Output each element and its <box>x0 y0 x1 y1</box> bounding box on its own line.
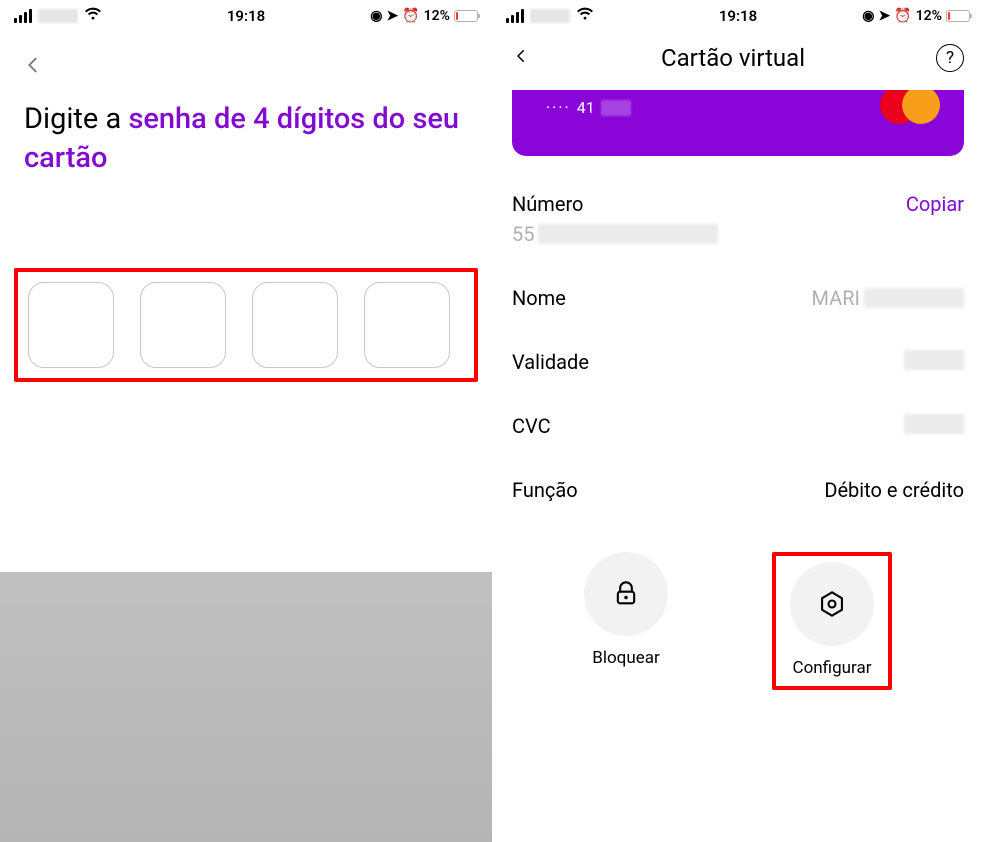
status-time: 19:18 <box>227 7 265 25</box>
status-left <box>14 7 102 25</box>
status-left <box>506 7 594 25</box>
numero-label: Número <box>512 192 718 216</box>
status-bar: 19:18 ◉ ➤ ⏰ 12% <box>492 0 984 32</box>
configure-highlight: Configurar <box>772 552 892 690</box>
status-bar: 19:18 ◉ ➤ ⏰ 12% <box>0 0 492 32</box>
chevron-left-icon <box>512 47 530 65</box>
funcao-label: Função <box>512 478 578 502</box>
nome-blur <box>864 288 964 308</box>
row-nome: Nome MARI <box>512 266 964 330</box>
lock-icon <box>612 580 640 608</box>
nome-value: MARI <box>812 286 964 310</box>
card-mask-dots: ···· <box>546 98 571 117</box>
funcao-value: Débito e crédito <box>824 478 964 502</box>
cvc-label: CVC <box>512 414 551 438</box>
battery-icon <box>946 10 970 22</box>
wifi-icon <box>576 7 594 25</box>
virtual-card: ···· 41 <box>512 90 964 156</box>
card-last-digits: ···· 41 <box>546 98 631 117</box>
validade-label: Validade <box>512 350 589 374</box>
card-blur <box>601 100 631 116</box>
numero-value: 55 <box>512 222 718 246</box>
card-last2: 41 <box>577 98 595 117</box>
screen-virtual-card: 19:18 ◉ ➤ ⏰ 12% Cartão virtual ? ···· 41 <box>492 0 984 842</box>
row-cvc: CVC <box>512 394 964 458</box>
page-header: Cartão virtual ? <box>492 32 984 84</box>
validade-blur <box>904 350 964 370</box>
page-title: Digite a senha de 4 dígitos do seu cartã… <box>0 80 492 178</box>
keyboard-placeholder <box>0 572 492 842</box>
numero-blur <box>538 224 718 244</box>
row-numero: Número 55 Copiar <box>512 192 964 266</box>
row-funcao: Função Débito e crédito <box>512 458 964 522</box>
copy-button[interactable]: Copiar <box>906 192 964 216</box>
configure-action[interactable]: Configurar <box>790 562 874 678</box>
action-buttons: Bloquear Configurar <box>492 552 984 690</box>
carrier-blur <box>530 9 570 23</box>
screen-pin-entry: 19:18 ◉ ➤ ⏰ 12% Digite a senha de 4 dígi… <box>0 0 492 842</box>
alarm-icon: ⏰ <box>402 8 419 24</box>
back-button[interactable] <box>512 47 530 69</box>
card-details: Número 55 Copiar Nome MARI Validade CVC <box>492 192 984 522</box>
block-label: Bloquear <box>592 648 659 668</box>
pin-digit-4[interactable] <box>364 282 450 368</box>
chevron-left-icon <box>22 54 44 76</box>
battery-percentage: 12% <box>916 8 942 24</box>
battery-icon <box>454 10 478 22</box>
carrier-blur <box>38 9 78 23</box>
help-button[interactable]: ? <box>936 44 964 72</box>
orientation-icon: ◉ <box>862 8 874 24</box>
back-button[interactable] <box>18 50 48 80</box>
title-text-normal: Digite a <box>24 102 128 136</box>
wifi-icon <box>84 7 102 25</box>
alarm-icon: ⏰ <box>894 8 911 24</box>
pin-digit-3[interactable] <box>252 282 338 368</box>
configure-label: Configurar <box>793 658 872 678</box>
pin-digit-1[interactable] <box>28 282 114 368</box>
status-time: 19:18 <box>719 7 757 25</box>
row-validade: Validade <box>512 330 964 394</box>
orientation-icon: ◉ <box>370 8 382 24</box>
gear-icon <box>818 590 846 618</box>
nome-label: Nome <box>512 286 566 310</box>
status-right: ◉ ➤ ⏰ 12% <box>370 8 478 24</box>
cvc-blur <box>904 414 964 434</box>
status-right: ◉ ➤ ⏰ 12% <box>862 8 970 24</box>
location-icon: ➤ <box>879 8 891 24</box>
location-icon: ➤ <box>387 8 399 24</box>
signal-icon <box>14 9 32 23</box>
pin-input-highlight <box>14 268 478 382</box>
page-title: Cartão virtual <box>661 44 805 72</box>
block-action[interactable]: Bloquear <box>584 552 668 690</box>
signal-icon <box>506 9 524 23</box>
pin-digit-2[interactable] <box>140 282 226 368</box>
battery-percentage: 12% <box>424 8 450 24</box>
